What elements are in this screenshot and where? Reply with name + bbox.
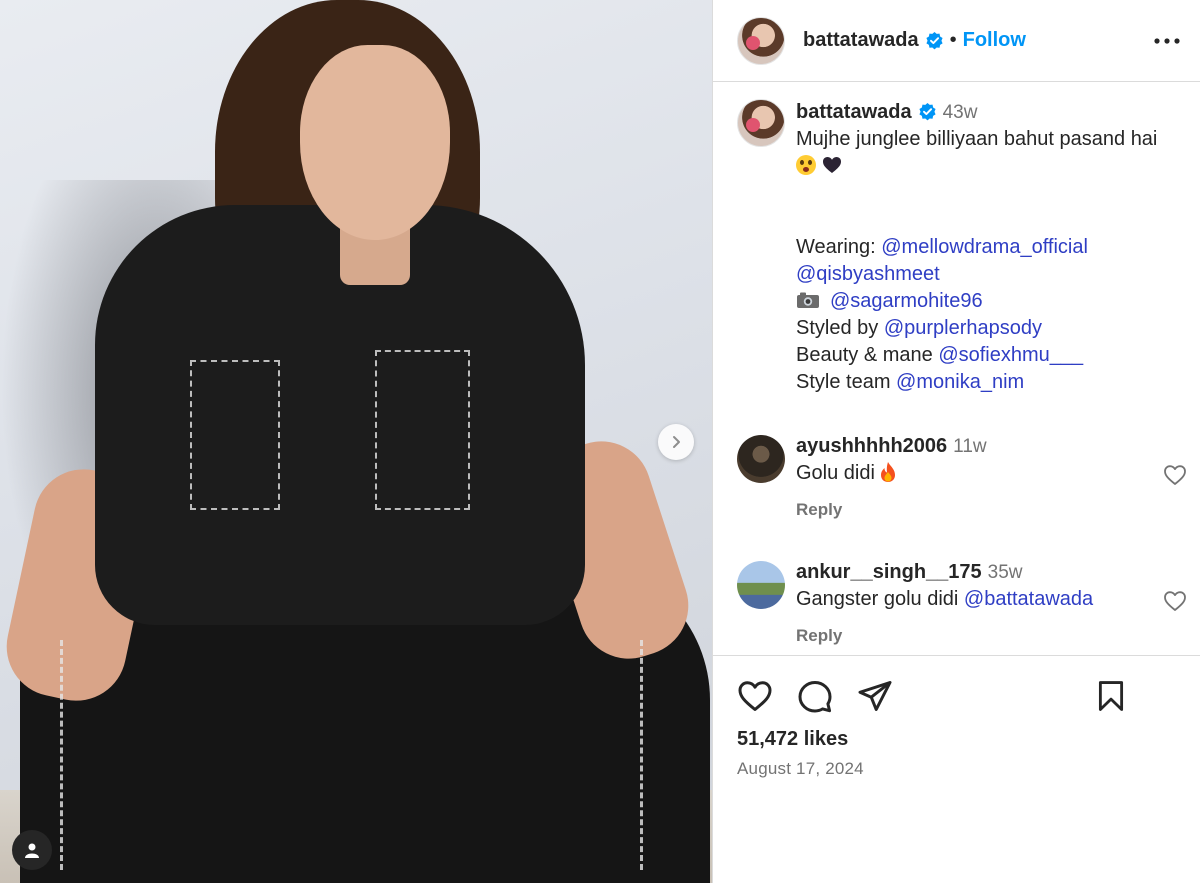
camera-emoji-icon [797,292,819,308]
send-icon [858,681,892,711]
comment-text: Golu didi [796,462,875,484]
heart-outline-icon[interactable] [1163,463,1187,487]
more-options-icon [1154,38,1180,44]
post-date[interactable]: August 17, 2024 [737,759,864,779]
commenter-avatar[interactable] [737,435,785,483]
mention-link[interactable]: @purplerhapsody [884,317,1042,339]
author-avatar[interactable] [737,16,785,65]
verified-badge-icon [919,102,936,121]
follow-button[interactable]: Follow [963,29,1026,52]
comment-icon [798,681,832,713]
black-heart-emoji-icon [823,157,841,173]
comment-item: ayushhhhh2006 11w Golu didi Reply [737,433,1187,520]
fire-emoji-icon [880,462,895,482]
comment-button[interactable] [795,676,835,716]
jacket-stitch [375,350,470,510]
user-tag-button[interactable] [12,830,52,870]
next-slide-button[interactable] [658,424,694,460]
caption-author-avatar[interactable] [737,99,785,147]
comment-username[interactable]: ankur__singh__175 [796,561,982,583]
post-caption: battatawada 43w Mujhe junglee billiyaan b… [737,99,1197,396]
bookmark-icon [1098,681,1124,711]
flushed-face-emoji-icon [796,155,816,175]
commenter-avatar[interactable] [737,561,785,609]
caption-username[interactable]: battatawada [796,101,912,123]
model-face [300,45,450,240]
mention-link[interactable]: @battatawada [964,588,1093,610]
save-button[interactable] [1091,676,1131,716]
mention-link[interactable]: @mellowdrama_official [881,236,1088,258]
post-actions: 51,472 likes August 17, 2024 [713,655,1200,883]
heart-outline-icon [738,681,772,711]
heart-outline-icon[interactable] [1163,589,1187,613]
wearing-label: Wearing: [796,236,876,258]
share-button[interactable] [855,676,895,716]
mention-link[interactable]: @sagarmohite96 [830,290,983,312]
post-photo [0,0,712,883]
verified-badge-icon [926,31,943,50]
reply-button[interactable]: Reply [796,500,1187,520]
comment-time[interactable]: 35w [988,562,1023,583]
separator-dot: • [949,29,957,51]
styled-label: Styled by [796,317,879,339]
like-button[interactable] [735,676,775,716]
comment-text: Gangster golu didi [796,588,959,610]
caption-time[interactable]: 43w [943,102,978,123]
mention-link[interactable]: @monika_nim [896,371,1024,393]
likes-count[interactable]: 51,472 likes [737,728,848,751]
beauty-label: Beauty & mane [796,344,933,366]
comment-item: ankur__singh__175 35w Gangster golu didi … [737,559,1187,646]
mention-link[interactable]: @sofiexhmu___ [938,344,1083,366]
jacket-stitch [190,360,280,510]
comment-username[interactable]: ayushhhhh2006 [796,435,947,457]
pants-stitch [640,640,643,870]
pants-stitch [60,640,63,870]
post-side-panel: battatawada • Follow battatawada 43w Mujh… [712,0,1200,883]
chevron-right-icon [673,436,680,448]
comments-scroll-area[interactable]: battatawada 43w Mujhe junglee billiyaan b… [713,83,1200,655]
more-options-button[interactable] [1152,26,1182,56]
author-username[interactable]: battatawada [803,29,919,52]
team-label: Style team [796,371,891,393]
comment-time[interactable]: 11w [953,436,986,457]
reply-button[interactable]: Reply [796,626,1187,646]
caption-text: Mujhe junglee billiyaan bahut pasand hai [796,128,1158,150]
mention-link[interactable]: @qisbyashmeet [796,263,940,285]
user-tag-icon [25,843,39,858]
post-header: battatawada • Follow [713,0,1200,82]
